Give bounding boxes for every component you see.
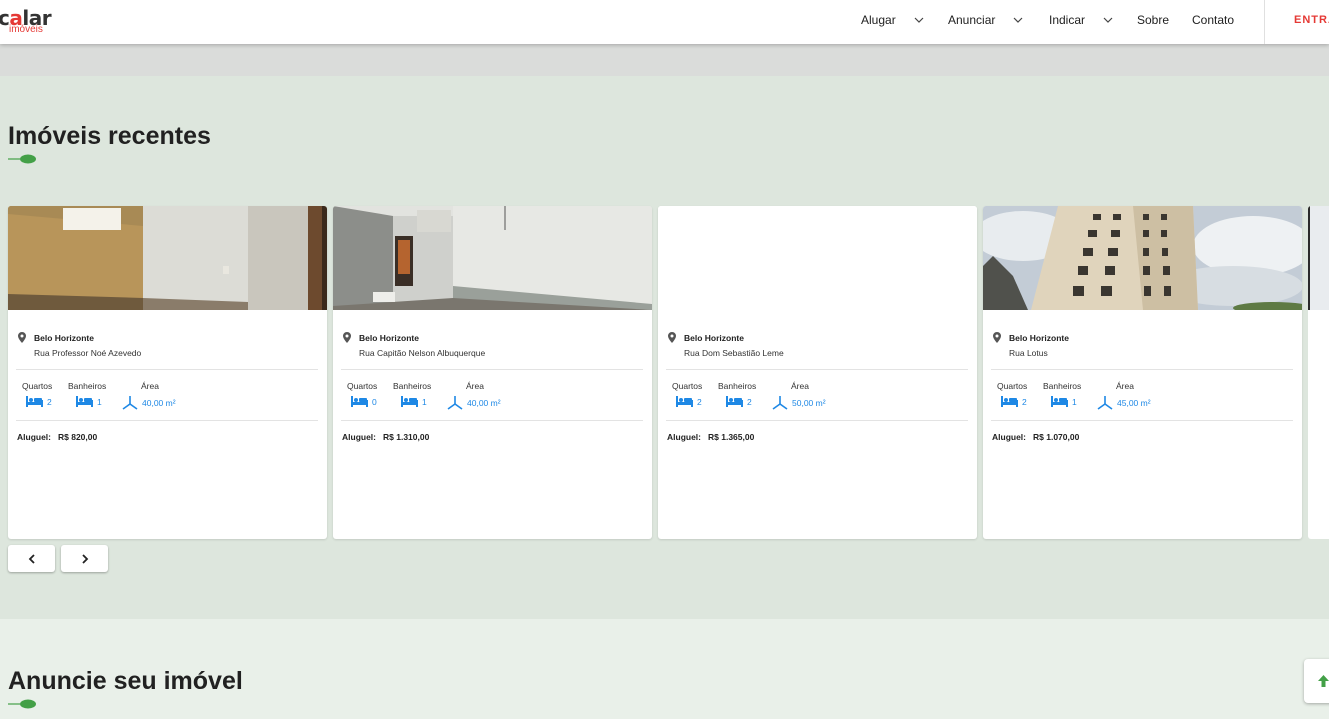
logo[interactable]: calar imóveis: [0, 6, 60, 38]
property-price: Aluguel: R$ 820,00: [17, 432, 98, 442]
nav-indicar-label: Indicar: [1049, 13, 1086, 27]
nav-anunciar[interactable]: Anunciar: [948, 13, 1023, 27]
property-city: Belo Horizonte: [359, 333, 419, 343]
card-divider: [666, 420, 968, 421]
property-card[interactable]: Belo Horizonte Rua Dom Sebastião Leme Qu…: [658, 206, 977, 539]
bedrooms-value: 2: [26, 396, 52, 407]
carousel-prev-button[interactable]: [8, 545, 55, 572]
area-label: Área: [1116, 381, 1134, 391]
area-axes-icon: [122, 396, 138, 410]
property-card[interactable]: Belo Horizonte Rua Lotus Quartos Banheir…: [983, 206, 1302, 539]
area-axes-icon: [1097, 396, 1113, 410]
bathrooms-label: Banheiros: [68, 381, 107, 391]
nav-sobre-label: Sobre: [1137, 13, 1170, 27]
bed-icon: [76, 396, 93, 407]
property-card[interactable]: Belo Horizonte Rua Capitão Nelson Albuqu…: [333, 206, 652, 539]
map-pin-icon: [993, 332, 1001, 343]
nav-alugar-label: Alugar: [861, 13, 896, 27]
card-divider: [341, 420, 643, 421]
area-value: 50,00 m²: [772, 396, 826, 410]
bedrooms-value: 2: [676, 396, 702, 407]
area-axes-icon: [772, 396, 788, 410]
bathrooms-label: Banheiros: [393, 381, 432, 391]
leaf-divider-icon: [8, 154, 36, 164]
area-label: Área: [791, 381, 809, 391]
bedrooms-value: 2: [1001, 396, 1027, 407]
area-label: Área: [466, 381, 484, 391]
login-button[interactable]: ENTRAR: [1294, 14, 1329, 26]
card-divider: [16, 420, 318, 421]
card-divider: [16, 369, 318, 370]
recent-properties-title: Imóveis recentes: [8, 122, 211, 150]
property-street: Rua Professor Noé Azevedo: [34, 348, 142, 358]
bed-icon: [726, 396, 743, 407]
property-card[interactable]: Belo Horizonte Rua Professor Noé Azevedo…: [8, 206, 327, 539]
nav-sobre[interactable]: Sobre: [1137, 13, 1169, 27]
bathrooms-value: 1: [1051, 396, 1077, 407]
map-pin-icon: [668, 332, 676, 343]
property-photo[interactable]: [333, 206, 652, 310]
chevron-right-icon: [81, 553, 88, 564]
nav-contato[interactable]: Contato: [1192, 13, 1234, 27]
property-city: Belo Horizonte: [1009, 333, 1069, 343]
property-photo[interactable]: [658, 206, 977, 310]
bathrooms-value: 1: [401, 396, 427, 407]
property-price: Aluguel: R$ 1.365,00: [667, 432, 755, 442]
area-value: 45,00 m²: [1097, 396, 1151, 410]
card-divider: [991, 369, 1293, 370]
leaf-divider-icon: [8, 699, 36, 709]
chevron-down-icon: [1103, 17, 1113, 23]
bed-icon: [401, 396, 418, 407]
bathrooms-label: Banheiros: [1043, 381, 1082, 391]
nav-anunciar-label: Anunciar: [948, 13, 996, 27]
bedrooms-value: 0: [351, 396, 377, 407]
bed-icon: [26, 396, 43, 407]
area-axes-icon: [447, 396, 463, 410]
bathrooms-label: Banheiros: [718, 381, 757, 391]
property-card-partial[interactable]: [1308, 206, 1329, 539]
nav-contato-label: Contato: [1192, 13, 1235, 27]
property-city: Belo Horizonte: [34, 333, 94, 343]
area-value: 40,00 m²: [122, 396, 176, 410]
bathrooms-value: 1: [76, 396, 102, 407]
property-street: Rua Lotus: [1009, 348, 1048, 358]
carousel-next-button[interactable]: [61, 545, 108, 572]
advertise-title: Anuncie seu imóvel: [8, 667, 243, 695]
bathrooms-value: 2: [726, 396, 752, 407]
chevron-left-icon: [28, 553, 35, 564]
bed-icon: [1001, 396, 1018, 407]
area-label: Área: [141, 381, 159, 391]
property-photo[interactable]: [983, 206, 1302, 310]
arrow-up-icon: [1318, 675, 1329, 687]
map-pin-icon: [18, 332, 26, 343]
nav-alugar[interactable]: Alugar: [861, 13, 924, 27]
card-divider: [341, 369, 643, 370]
chevron-down-icon: [1013, 17, 1023, 23]
bed-icon: [351, 396, 368, 407]
property-price: Aluguel: R$ 1.070,00: [992, 432, 1080, 442]
card-divider: [991, 420, 1293, 421]
nav-divider: [1264, 0, 1265, 44]
property-street: Rua Capitão Nelson Albuquerque: [359, 348, 486, 358]
property-street: Rua Dom Sebastião Leme: [684, 348, 784, 358]
bedrooms-label: Quartos: [672, 381, 703, 391]
scroll-top-button[interactable]: [1304, 659, 1329, 703]
property-photo[interactable]: [8, 206, 327, 310]
property-price: Aluguel: R$ 1.310,00: [342, 432, 430, 442]
bed-icon: [1051, 396, 1068, 407]
header-spacer-band: [0, 44, 1329, 76]
bed-icon: [676, 396, 693, 407]
property-city: Belo Horizonte: [684, 333, 744, 343]
chevron-down-icon: [914, 17, 924, 23]
card-divider: [666, 369, 968, 370]
bedrooms-label: Quartos: [347, 381, 378, 391]
logo-subtitle: imóveis: [9, 24, 43, 35]
map-pin-icon: [343, 332, 351, 343]
bedrooms-label: Quartos: [997, 381, 1028, 391]
nav-indicar[interactable]: Indicar: [1049, 13, 1113, 27]
area-value: 40,00 m²: [447, 396, 501, 410]
site-header: calar imóveis Alugar Anunciar Indicar So…: [0, 0, 1329, 44]
bedrooms-label: Quartos: [22, 381, 53, 391]
